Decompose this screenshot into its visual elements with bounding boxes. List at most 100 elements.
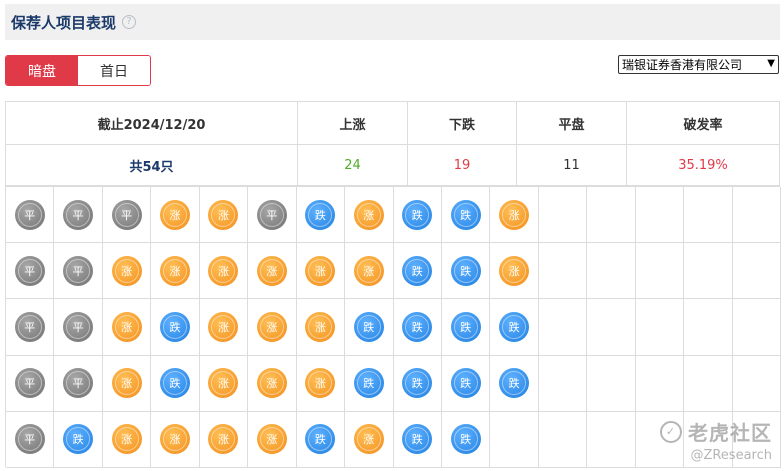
ipo-ball-up[interactable]: 涨 (208, 368, 239, 399)
ipo-ball-up[interactable]: 涨 (256, 311, 287, 342)
ipo-ball-down[interactable]: 跌 (499, 311, 530, 342)
grid-cell: 平 (54, 355, 103, 412)
grid-cell: 涨 (102, 355, 152, 412)
ipo-ball-up[interactable]: 涨 (160, 255, 191, 286)
ipo-ball-flat[interactable]: 平 (63, 311, 94, 342)
ipo-ball-up[interactable]: 涨 (208, 255, 239, 286)
ipo-ball-down[interactable]: 跌 (450, 199, 481, 230)
ipo-ball-down[interactable]: 跌 (402, 368, 433, 399)
summary-value-row: 共54只 24 19 11 35.19% (6, 144, 779, 186)
ipo-ball-down[interactable]: 跌 (160, 368, 191, 399)
grid-cell: 平 (54, 243, 103, 300)
grid-cell: 平 (6, 187, 55, 244)
ipo-ball-flat[interactable]: 平 (63, 255, 94, 286)
grid-cell: 跌 (393, 299, 442, 356)
ipo-ball-up[interactable]: 涨 (305, 311, 336, 342)
ipo-ball-up[interactable]: 涨 (353, 199, 384, 230)
header-break-rate: 破发率 (683, 117, 723, 133)
ipo-ball-down[interactable]: 跌 (63, 424, 94, 455)
ipo-ball-up[interactable]: 涨 (256, 255, 287, 286)
ipo-ball-down[interactable]: 跌 (305, 424, 336, 455)
ipo-ball-up[interactable]: 涨 (499, 199, 530, 230)
ipo-ball-flat[interactable]: 平 (111, 199, 142, 230)
ipo-ball-up[interactable]: 涨 (160, 199, 191, 230)
grid-cell: 涨 (151, 411, 200, 468)
grid-cell: 涨 (199, 243, 249, 300)
ipo-ball-up[interactable]: 涨 (256, 368, 287, 399)
ipo-ball-down[interactable]: 跌 (499, 368, 530, 399)
grid-cell: 跌 (393, 355, 442, 412)
ipo-ball-flat[interactable]: 平 (63, 199, 94, 230)
ipo-ball-down[interactable]: 跌 (402, 311, 433, 342)
ipo-ball-up[interactable]: 涨 (160, 424, 191, 455)
grid-cell: 涨 (102, 243, 152, 300)
ipo-ball-up[interactable]: 涨 (208, 424, 239, 455)
grid-cell: 涨 (151, 187, 200, 244)
tab-first-day[interactable]: 首日 (78, 56, 150, 85)
grid-cell: 跌 (441, 355, 491, 412)
grid-cell: 平 (54, 299, 103, 356)
ipo-ball-down[interactable]: 跌 (450, 311, 481, 342)
ipo-ball-up[interactable]: 涨 (208, 199, 239, 230)
ipo-ball-down[interactable]: 跌 (160, 311, 191, 342)
ipo-ball-down[interactable]: 跌 (402, 255, 433, 286)
grid-cell: 跌 (151, 355, 200, 412)
ipo-ball-flat[interactable]: 平 (14, 311, 45, 342)
ipo-ball-flat[interactable]: 平 (63, 368, 94, 399)
header-as-of-date: 截止2024/12/20 (6, 102, 298, 144)
ipo-ball-up[interactable]: 涨 (305, 255, 336, 286)
ipo-ball-down[interactable]: 跌 (353, 368, 384, 399)
grid-cell: 跌 (296, 411, 346, 468)
ipo-ball-up[interactable]: 涨 (499, 255, 530, 286)
ipo-ball-flat[interactable]: 平 (14, 255, 45, 286)
grid-cell: 跌 (54, 411, 103, 468)
ipo-ball-up[interactable]: 涨 (208, 311, 239, 342)
ipo-ball-down[interactable]: 跌 (402, 199, 433, 230)
section-header: 保荐人项目表现 ? (5, 4, 780, 40)
grid-cell (684, 187, 733, 244)
grid-cell: 跌 (441, 299, 491, 356)
ipo-ball-up[interactable]: 涨 (111, 424, 142, 455)
ipo-ball-down[interactable]: 跌 (450, 368, 481, 399)
grid-cell: 跌 (296, 187, 346, 244)
ipo-ball-flat[interactable]: 平 (14, 424, 45, 455)
help-icon[interactable]: ? (122, 15, 137, 29)
sponsor-select[interactable]: 瑞银证券香港有限公司 ▼ (618, 55, 779, 74)
ipo-ball-flat[interactable]: 平 (14, 199, 45, 230)
grid-cell (684, 411, 733, 468)
grid-cell (732, 243, 781, 300)
grid-cell (490, 411, 539, 468)
sponsor-select-value: 瑞银证券香港有限公司 (622, 58, 743, 72)
grid-cell: 平 (6, 411, 55, 468)
grid-cell (635, 411, 685, 468)
ipo-ball-down[interactable]: 跌 (402, 424, 433, 455)
ipo-ball-flat[interactable]: 平 (14, 368, 45, 399)
ipo-ball-up[interactable]: 涨 (111, 311, 142, 342)
grid-cell: 涨 (248, 355, 297, 412)
ipo-ball-up[interactable]: 涨 (305, 368, 336, 399)
grid-cell: 平 (6, 355, 55, 412)
ipo-ball-up[interactable]: 涨 (256, 424, 287, 455)
grid-cell (732, 411, 781, 468)
ipo-ball-up[interactable]: 涨 (111, 368, 142, 399)
total-count: 共54只 (6, 145, 298, 186)
grid-cell: 跌 (490, 299, 539, 356)
ipo-ball-up[interactable]: 涨 (353, 424, 384, 455)
grid-cell (732, 187, 781, 244)
ipo-ball-up[interactable]: 涨 (111, 255, 142, 286)
grid-cell: 跌 (441, 411, 491, 468)
grid-cell: 平 (248, 187, 297, 244)
tab-dark-market[interactable]: 暗盘 (6, 56, 78, 85)
ipo-ball-down[interactable]: 跌 (353, 311, 384, 342)
grid-cell: 平 (54, 187, 103, 244)
ipo-ball-up[interactable]: 涨 (353, 255, 384, 286)
ipo-ball-flat[interactable]: 平 (256, 199, 287, 230)
grid-cell: 涨 (248, 411, 297, 468)
grid-cell (538, 187, 588, 244)
chevron-down-icon: ▼ (767, 58, 775, 69)
ipo-ball-down[interactable]: 跌 (305, 199, 336, 230)
header-up: 上涨 (298, 102, 408, 144)
ipo-ball-down[interactable]: 跌 (450, 424, 481, 455)
break-rate: 35.19% (678, 158, 728, 173)
ipo-ball-down[interactable]: 跌 (450, 255, 481, 286)
